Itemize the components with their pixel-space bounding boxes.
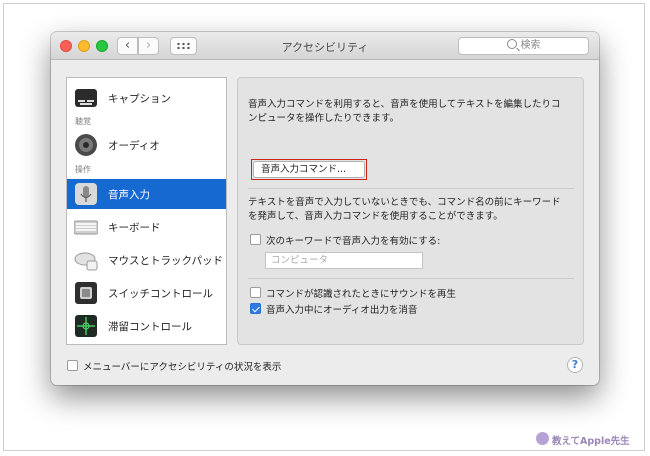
- sidebar-item-label: 音声入力: [108, 189, 150, 201]
- keyboard-icon: [74, 220, 98, 235]
- dictation-panel: 音声入力コマンドを利用すると、音声を使用してテキストを編集したりコンピュータを操…: [237, 77, 584, 345]
- keyword-checkbox-label: 次のキーワードで音声入力を有効にする:: [266, 236, 441, 247]
- highlight-box: [251, 159, 367, 180]
- sidebar: キャプション 聴覚 オーディオ 操作 音声入力 キーボード マウスとトラックパッ…: [66, 77, 227, 345]
- apple-logo-icon: [536, 432, 549, 445]
- switch-control-icon: [75, 282, 97, 304]
- search-icon: [506, 39, 517, 49]
- preferences-window: ‹ › アクセシビリティ 検索 キャプション 聴覚 オーディオ 操作 音声入力 …: [51, 32, 599, 385]
- sidebar-item-dictation[interactable]: 音声入力: [67, 179, 226, 209]
- sidebar-item-label: 滞留コントロール: [108, 321, 192, 333]
- sidebar-item-label: オーディオ: [108, 140, 160, 152]
- dictation-intro-text: 音声入力コマンドを利用すると、音声を使用してテキストを編集したりコンピュータを操…: [248, 99, 561, 124]
- sidebar-item-dwell-control[interactable]: 滞留コントロール: [67, 311, 226, 341]
- dwell-control-icon: [75, 315, 97, 337]
- sidebar-item-mouse-trackpad[interactable]: マウスとトラックパッド: [67, 245, 226, 275]
- sidebar-item-captions[interactable]: キャプション: [67, 83, 226, 113]
- sidebar-item-label: マウスとトラックパッド: [108, 255, 223, 267]
- menubar-status-checkbox[interactable]: [67, 360, 78, 371]
- sidebar-group-hearing: 聴覚: [75, 117, 91, 126]
- sidebar-group-interaction: 操作: [75, 165, 91, 174]
- sidebar-item-audio[interactable]: オーディオ: [67, 130, 226, 160]
- search-input[interactable]: 検索: [458, 37, 589, 55]
- divider: [248, 188, 574, 189]
- keyword-description-text: テキストを音声で入力していないときでも、コマンド名の前にキーワードを発声して、音…: [248, 197, 561, 222]
- keyword-field[interactable]: コンピュータ: [265, 252, 423, 269]
- sidebar-item-keyboard[interactable]: キーボード: [67, 212, 226, 242]
- play-sound-checkbox-label: コマンドが認識されたときにサウンドを再生: [266, 289, 457, 300]
- sidebar-item-label: キーボード: [108, 222, 161, 234]
- sidebar-item-label: スイッチコントロール: [108, 288, 213, 300]
- watermark: 教えてApple先生: [552, 436, 630, 447]
- search-placeholder: 検索: [520, 40, 541, 51]
- mute-audio-checkbox[interactable]: [250, 303, 261, 314]
- caption-icon: [75, 89, 97, 107]
- menubar-status-checkbox-label: メニューバーにアクセシビリティの状況を表示: [83, 362, 282, 373]
- help-button[interactable]: ?: [567, 357, 583, 373]
- microphone-icon: [75, 183, 97, 205]
- mouse-icon: [74, 252, 98, 271]
- play-sound-checkbox[interactable]: [250, 287, 261, 298]
- keyword-checkbox[interactable]: [250, 234, 261, 245]
- sidebar-item-label: キャプション: [108, 93, 171, 105]
- sidebar-item-switch-control[interactable]: スイッチコントロール: [67, 278, 226, 308]
- mute-audio-checkbox-label: 音声入力中にオーディオ出力を消音: [266, 305, 418, 316]
- title-bar: ‹ › アクセシビリティ 検索: [51, 32, 599, 60]
- divider: [248, 278, 574, 279]
- speaker-icon: [75, 134, 97, 156]
